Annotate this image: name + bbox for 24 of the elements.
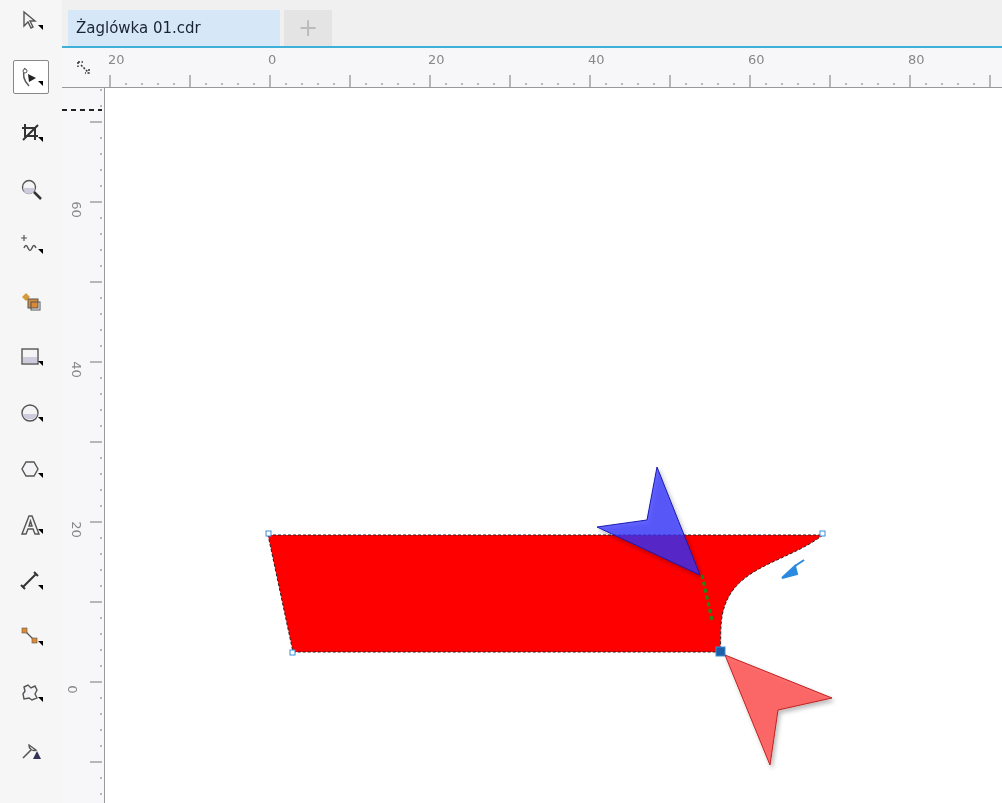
ruler-origin-icon[interactable] — [75, 59, 92, 76]
node-handle[interactable] — [265, 530, 272, 537]
guide-line — [62, 109, 102, 111]
tool-button[interactable] — [13, 60, 49, 94]
selected-node-handle[interactable] — [715, 646, 726, 657]
text-tool-icon — [19, 513, 43, 537]
ruler-label: 40 — [68, 361, 84, 378]
ruler-label: 80 — [908, 52, 925, 67]
ruler-label: 20 — [108, 52, 125, 67]
ruler-label: 40 — [588, 52, 605, 67]
handle-arrow-icon — [781, 559, 805, 579]
shape-tool-icon — [19, 65, 43, 89]
ellipse-tool-icon — [19, 401, 43, 425]
ruler-label: 0 — [268, 52, 277, 67]
control-handle — [700, 574, 714, 621]
ruler-label: 20 — [428, 52, 445, 67]
ruler-label: 20 — [68, 521, 84, 538]
zoom-tool-icon — [19, 177, 43, 201]
node-handle[interactable] — [289, 649, 296, 656]
document-tab[interactable]: Żaglówka 01.cdr — [68, 10, 280, 46]
ruler-label: 60 — [748, 52, 765, 67]
ruler-label: 60 — [68, 201, 84, 218]
ruler-label: 0 — [64, 685, 80, 694]
node-handle[interactable] — [819, 530, 826, 537]
